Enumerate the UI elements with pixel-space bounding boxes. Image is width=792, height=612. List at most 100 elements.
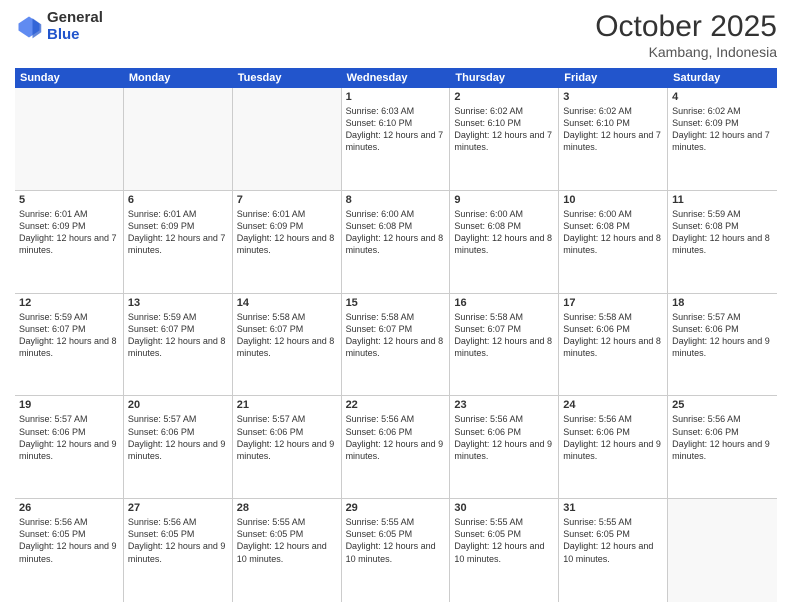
day-cell-2: 2 Sunrise: 6:02 AM Sunset: 6:10 PM Daylig… xyxy=(450,88,559,190)
weekday-header-monday: Monday xyxy=(124,68,233,88)
header: General Blue October 2025 Kambang, Indon… xyxy=(15,10,777,60)
day-number: 23 xyxy=(454,399,554,411)
day-info: Sunrise: 5:56 AM Sunset: 6:06 PM Dayligh… xyxy=(346,413,446,462)
day-cell-21: 21 Sunrise: 5:57 AM Sunset: 6:06 PM Dayli… xyxy=(233,396,342,498)
week-row-4: 19 Sunrise: 5:57 AM Sunset: 6:06 PM Dayli… xyxy=(15,396,777,499)
day-number: 3 xyxy=(563,91,663,103)
week-row-2: 5Sunrise: 6:01 AM Sunset: 6:09 PM Daylig… xyxy=(15,191,777,294)
day-number: 20 xyxy=(128,399,228,411)
day-info: Sunrise: 5:57 AM Sunset: 6:06 PM Dayligh… xyxy=(237,413,337,462)
day-info: Sunrise: 5:56 AM Sunset: 6:06 PM Dayligh… xyxy=(672,413,773,462)
day-cell-11: 11 Sunrise: 5:59 AM Sunset: 6:08 PM Dayli… xyxy=(668,191,777,293)
calendar: SundayMondayTuesdayWednesdayThursdayFrid… xyxy=(15,68,777,602)
day-cell-7: 7 Sunrise: 6:01 AM Sunset: 6:09 PM Daylig… xyxy=(233,191,342,293)
calendar-body: 1 Sunrise: 6:03 AM Sunset: 6:10 PM Daylig… xyxy=(15,88,777,602)
day-info: Sunrise: 6:02 AM Sunset: 6:10 PM Dayligh… xyxy=(454,105,554,154)
weekday-header-wednesday: Wednesday xyxy=(342,68,451,88)
day-cell-24: 24 Sunrise: 5:56 AM Sunset: 6:06 PM Dayli… xyxy=(559,396,668,498)
title-block: October 2025 Kambang, Indonesia xyxy=(595,10,777,60)
day-info: Sunrise: 5:57 AM Sunset: 6:06 PM Dayligh… xyxy=(19,413,119,462)
calendar-header: SundayMondayTuesdayWednesdayThursdayFrid… xyxy=(15,68,777,88)
day-info: Sunrise: 5:55 AM Sunset: 6:05 PM Dayligh… xyxy=(346,516,446,565)
day-info: Sunrise: 5:58 AM Sunset: 6:07 PM Dayligh… xyxy=(454,311,554,360)
location-title: Kambang, Indonesia xyxy=(595,44,777,60)
day-number: 19 xyxy=(19,399,119,411)
logo-blue-text: Blue xyxy=(47,27,103,44)
day-cell-18: 18Sunrise: 5:57 AM Sunset: 6:06 PM Dayli… xyxy=(668,294,777,396)
weekday-header-sunday: Sunday xyxy=(15,68,124,88)
day-info: Sunrise: 5:56 AM Sunset: 6:06 PM Dayligh… xyxy=(563,413,663,462)
day-cell-13: 13 Sunrise: 5:59 AM Sunset: 6:07 PM Dayli… xyxy=(124,294,233,396)
week-row-1: 1 Sunrise: 6:03 AM Sunset: 6:10 PM Daylig… xyxy=(15,88,777,191)
day-info: Sunrise: 6:02 AM Sunset: 6:09 PM Dayligh… xyxy=(672,105,773,154)
day-info: Sunrise: 5:59 AM Sunset: 6:07 PM Dayligh… xyxy=(19,311,119,360)
day-cell-20: 20 Sunrise: 5:57 AM Sunset: 6:06 PM Dayli… xyxy=(124,396,233,498)
page: General Blue October 2025 Kambang, Indon… xyxy=(0,0,792,612)
logo: General Blue xyxy=(15,10,103,43)
day-number: 21 xyxy=(237,399,337,411)
day-number: 8 xyxy=(346,194,446,206)
day-number: 4 xyxy=(672,91,773,103)
day-info: Sunrise: 5:56 AM Sunset: 6:06 PM Dayligh… xyxy=(454,413,554,462)
day-info: Sunrise: 5:56 AM Sunset: 6:05 PM Dayligh… xyxy=(128,516,228,565)
day-number: 26 xyxy=(19,502,119,514)
day-number: 24 xyxy=(563,399,663,411)
day-cell-15: 15 Sunrise: 5:58 AM Sunset: 6:07 PM Dayli… xyxy=(342,294,451,396)
day-cell-25: 25 Sunrise: 5:56 AM Sunset: 6:06 PM Dayli… xyxy=(668,396,777,498)
day-number: 28 xyxy=(237,502,337,514)
day-cell-26: 26 Sunrise: 5:56 AM Sunset: 6:05 PM Dayli… xyxy=(15,499,124,602)
day-info: Sunrise: 5:56 AM Sunset: 6:05 PM Dayligh… xyxy=(19,516,119,565)
logo-icon xyxy=(15,13,43,41)
day-info: Sunrise: 6:03 AM Sunset: 6:10 PM Dayligh… xyxy=(346,105,446,154)
day-number: 27 xyxy=(128,502,228,514)
day-cell-23: 23 Sunrise: 5:56 AM Sunset: 6:06 PM Dayli… xyxy=(450,396,559,498)
day-number: 12 xyxy=(19,297,119,309)
day-number: 29 xyxy=(346,502,446,514)
day-cell-29: 29 Sunrise: 5:55 AM Sunset: 6:05 PM Dayli… xyxy=(342,499,451,602)
day-info: Sunrise: 6:01 AM Sunset: 6:09 PM Dayligh… xyxy=(128,208,228,257)
day-cell-28: 28Sunrise: 5:55 AM Sunset: 6:05 PM Dayli… xyxy=(233,499,342,602)
day-info: Sunrise: 6:00 AM Sunset: 6:08 PM Dayligh… xyxy=(346,208,446,257)
day-cell-6: 6 Sunrise: 6:01 AM Sunset: 6:09 PM Daylig… xyxy=(124,191,233,293)
day-info: Sunrise: 6:02 AM Sunset: 6:10 PM Dayligh… xyxy=(563,105,663,154)
empty-cell-0-2 xyxy=(233,88,342,190)
day-cell-4: 4 Sunrise: 6:02 AM Sunset: 6:09 PM Daylig… xyxy=(668,88,777,190)
day-number: 6 xyxy=(128,194,228,206)
day-cell-27: 27 Sunrise: 5:56 AM Sunset: 6:05 PM Dayli… xyxy=(124,499,233,602)
day-number: 9 xyxy=(454,194,554,206)
day-cell-5: 5Sunrise: 6:01 AM Sunset: 6:09 PM Daylig… xyxy=(15,191,124,293)
day-number: 15 xyxy=(346,297,446,309)
day-cell-22: 22 Sunrise: 5:56 AM Sunset: 6:06 PM Dayli… xyxy=(342,396,451,498)
day-number: 16 xyxy=(454,297,554,309)
day-number: 2 xyxy=(454,91,554,103)
weekday-header-saturday: Saturday xyxy=(668,68,777,88)
day-number: 22 xyxy=(346,399,446,411)
day-info: Sunrise: 5:55 AM Sunset: 6:05 PM Dayligh… xyxy=(454,516,554,565)
day-info: Sunrise: 5:59 AM Sunset: 6:08 PM Dayligh… xyxy=(672,208,773,257)
day-cell-12: 12 Sunrise: 5:59 AM Sunset: 6:07 PM Dayli… xyxy=(15,294,124,396)
logo-general-text: General xyxy=(47,10,103,27)
day-info: Sunrise: 5:59 AM Sunset: 6:07 PM Dayligh… xyxy=(128,311,228,360)
day-number: 10 xyxy=(563,194,663,206)
day-number: 1 xyxy=(346,91,446,103)
day-info: Sunrise: 6:01 AM Sunset: 6:09 PM Dayligh… xyxy=(237,208,337,257)
week-row-5: 26 Sunrise: 5:56 AM Sunset: 6:05 PM Dayli… xyxy=(15,499,777,602)
day-info: Sunrise: 6:01 AM Sunset: 6:09 PM Dayligh… xyxy=(19,208,119,257)
empty-cell-0-0 xyxy=(15,88,124,190)
day-number: 25 xyxy=(672,399,773,411)
day-info: Sunrise: 5:57 AM Sunset: 6:06 PM Dayligh… xyxy=(128,413,228,462)
week-row-3: 12 Sunrise: 5:59 AM Sunset: 6:07 PM Dayli… xyxy=(15,294,777,397)
day-info: Sunrise: 6:00 AM Sunset: 6:08 PM Dayligh… xyxy=(563,208,663,257)
day-info: Sunrise: 5:58 AM Sunset: 6:06 PM Dayligh… xyxy=(563,311,663,360)
day-cell-3: 3 Sunrise: 6:02 AM Sunset: 6:10 PM Daylig… xyxy=(559,88,668,190)
day-number: 7 xyxy=(237,194,337,206)
day-info: Sunrise: 5:57 AM Sunset: 6:06 PM Dayligh… xyxy=(672,311,773,360)
empty-cell-4-6 xyxy=(668,499,777,602)
day-cell-8: 8 Sunrise: 6:00 AM Sunset: 6:08 PM Daylig… xyxy=(342,191,451,293)
day-number: 11 xyxy=(672,194,773,206)
day-cell-16: 16 Sunrise: 5:58 AM Sunset: 6:07 PM Dayli… xyxy=(450,294,559,396)
day-info: Sunrise: 6:00 AM Sunset: 6:08 PM Dayligh… xyxy=(454,208,554,257)
day-info: Sunrise: 5:58 AM Sunset: 6:07 PM Dayligh… xyxy=(346,311,446,360)
day-number: 13 xyxy=(128,297,228,309)
day-number: 30 xyxy=(454,502,554,514)
